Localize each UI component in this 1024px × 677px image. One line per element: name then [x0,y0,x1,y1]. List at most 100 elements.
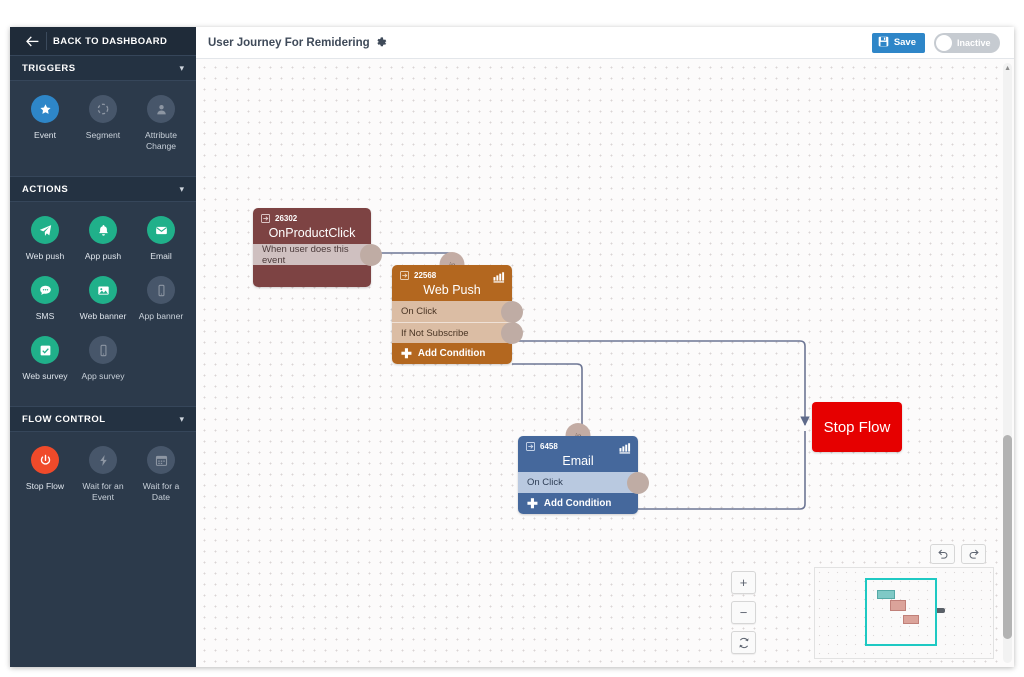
bar-chart-icon[interactable] [619,441,631,459]
sidebar-section-header-triggers[interactable]: TRIGGERS ▾ [10,55,196,81]
redo-icon[interactable] [961,544,986,564]
sidebar-sections: TRIGGERS▾EventSegmentAttribute ChangeACT… [10,55,196,527]
sidebar-item-attribute-change: Attribute Change [132,95,190,152]
add-condition-button[interactable]: ✚ Add Condition [392,343,512,364]
scroll-up-caret-icon[interactable]: ▲ [1004,65,1011,72]
save-button[interactable]: Save [872,33,925,53]
node-id: 22568 [414,271,436,280]
image-icon [89,276,117,304]
add-condition-label: Add Condition [418,348,485,359]
sidebar-item-label: Attribute Change [133,130,189,152]
chat-bubble-icon [31,276,59,304]
add-condition-button[interactable]: ✚ Add Condition [518,493,638,514]
bolt-icon [89,446,117,474]
sidebar-section-items: Web push App pushEmail SMS Web banner App ba… [10,202,196,406]
sidebar-section-header-actions[interactable]: ACTIONS ▾ [10,176,196,202]
star-icon [31,95,59,123]
sidebar-item-email[interactable]: Email [132,216,190,262]
back-to-dashboard-button[interactable]: BACK TO DASHBOARD [10,27,196,55]
output-port[interactable] [360,244,382,266]
floppy-disk-icon [878,34,889,52]
sidebar-item-wait-for-an-event: Wait for an Event [74,446,132,503]
sidebar: BACK TO DASHBOARD TRIGGERS ▾ EventSegmentA… [10,27,196,667]
journey-builder-app: BACK TO DASHBOARD TRIGGERS ▾ EventSegmentA… [10,27,1014,667]
sidebar-item-event[interactable]: Event [16,95,74,152]
output-port[interactable] [627,472,649,494]
sidebar-item-label: App survey [82,371,125,382]
sidebar-section-items: EventSegmentAttribute Change [10,81,196,176]
node-title: Email [526,453,630,469]
node-trigger-onproductclick[interactable]: 26302 OnProductClick When user does this… [253,208,371,287]
add-condition-label: Add Condition [544,498,611,509]
scrollbar-thumb[interactable] [1003,435,1012,639]
sidebar-item-label: Stop Flow [26,481,64,492]
plus-icon: ✚ [527,497,538,510]
node-action-webpush[interactable]: in 22568 [392,265,512,364]
node-action-email[interactable]: in 6458 [518,436,638,514]
sidebar-item-web-banner[interactable]: Web banner [74,276,132,322]
toggle-knob [936,35,952,51]
node-row-on-click[interactable]: On Click [392,301,512,322]
node-header: 22568 Web Push [392,265,512,301]
undo-icon[interactable] [930,544,955,564]
toggle-label: Inactive [957,38,991,48]
node-header: 6458 Email [518,436,638,472]
minimap[interactable] [814,567,994,659]
sidebar-item-label: Wait for a Date [133,481,189,503]
zoom-out-button[interactable]: − [731,601,756,624]
sidebar-section-title: ACTIONS [22,184,68,195]
main-area: User Journey For Remidering [196,27,1014,667]
output-port[interactable] [501,322,523,344]
sidebar-item-wait-for-a-date: Wait for a Date [132,446,190,503]
chevron-down-icon[interactable]: ▾ [179,185,184,194]
sidebar-item-label: App banner [139,311,183,322]
sidebar-item-web-push[interactable]: Web push [16,216,74,262]
sidebar-item-sms[interactable]: SMS [16,276,74,322]
chevron-down-icon[interactable]: ▾ [179,64,184,73]
sidebar-item-label: Web banner [80,311,127,322]
sidebar-item-web-survey[interactable]: Web survey [16,336,74,382]
node-row-trigger-event[interactable]: When user does this event [253,244,371,265]
sidebar-item-label: Wait for an Event [75,481,131,503]
minimap-viewport[interactable] [865,578,937,646]
user-icon [147,95,175,123]
output-port[interactable] [501,301,523,323]
sidebar-item-label: Event [34,130,56,141]
edge-webpush-onclick-to-stopflow [512,341,805,425]
mobile-icon [147,276,175,304]
node-stopflow[interactable]: Stop Flow [812,402,902,452]
active-inactive-toggle[interactable]: Inactive [934,33,1000,53]
zoom-in-button[interactable]: + [731,571,756,594]
sidebar-item-stop-flow[interactable]: Stop Flow [16,446,74,503]
top-toolbar: User Journey For Remidering [196,27,1014,59]
history-controls [930,544,986,564]
power-icon [31,446,59,474]
canvas-vertical-scrollbar[interactable] [1003,63,1012,663]
node-row-label: If Not Subscribe [401,328,469,339]
node-row-label: On Click [527,477,563,488]
node-id-row: 22568 [400,270,504,281]
sidebar-item-label: Web push [26,251,65,262]
sidebar-item-label: Web survey [22,371,67,382]
edge-email-onclick-to-stopflow [638,431,805,509]
gear-icon[interactable] [376,37,387,48]
sidebar-section-header-flow-control[interactable]: FLOW CONTROL ▾ [10,406,196,432]
chevron-down-icon[interactable]: ▾ [179,415,184,424]
calendar-icon [147,446,175,474]
node-row-if-not-subscribe[interactable]: If Not Subscribe [392,322,512,343]
node-footer [253,265,371,287]
toolbar-left-group: User Journey For Remidering [208,37,387,49]
flow-canvas[interactable]: 26302 OnProductClick When user does this… [196,59,1014,667]
node-row-label: When user does this event [262,244,371,266]
node-row-on-click[interactable]: On Click [518,472,638,493]
arrow-left-icon[interactable] [20,36,44,47]
node-row-label: On Click [401,306,437,317]
node-id: 6458 [540,442,558,451]
sidebar-item-app-push[interactable]: App push [74,216,132,262]
node-header: 26302 OnProductClick [253,208,371,244]
bell-icon [89,216,117,244]
sidebar-section-title: FLOW CONTROL [22,414,106,425]
reset-zoom-icon[interactable] [731,631,756,654]
sidebar-section-title: TRIGGERS [22,63,76,74]
bar-chart-icon[interactable] [493,270,505,288]
